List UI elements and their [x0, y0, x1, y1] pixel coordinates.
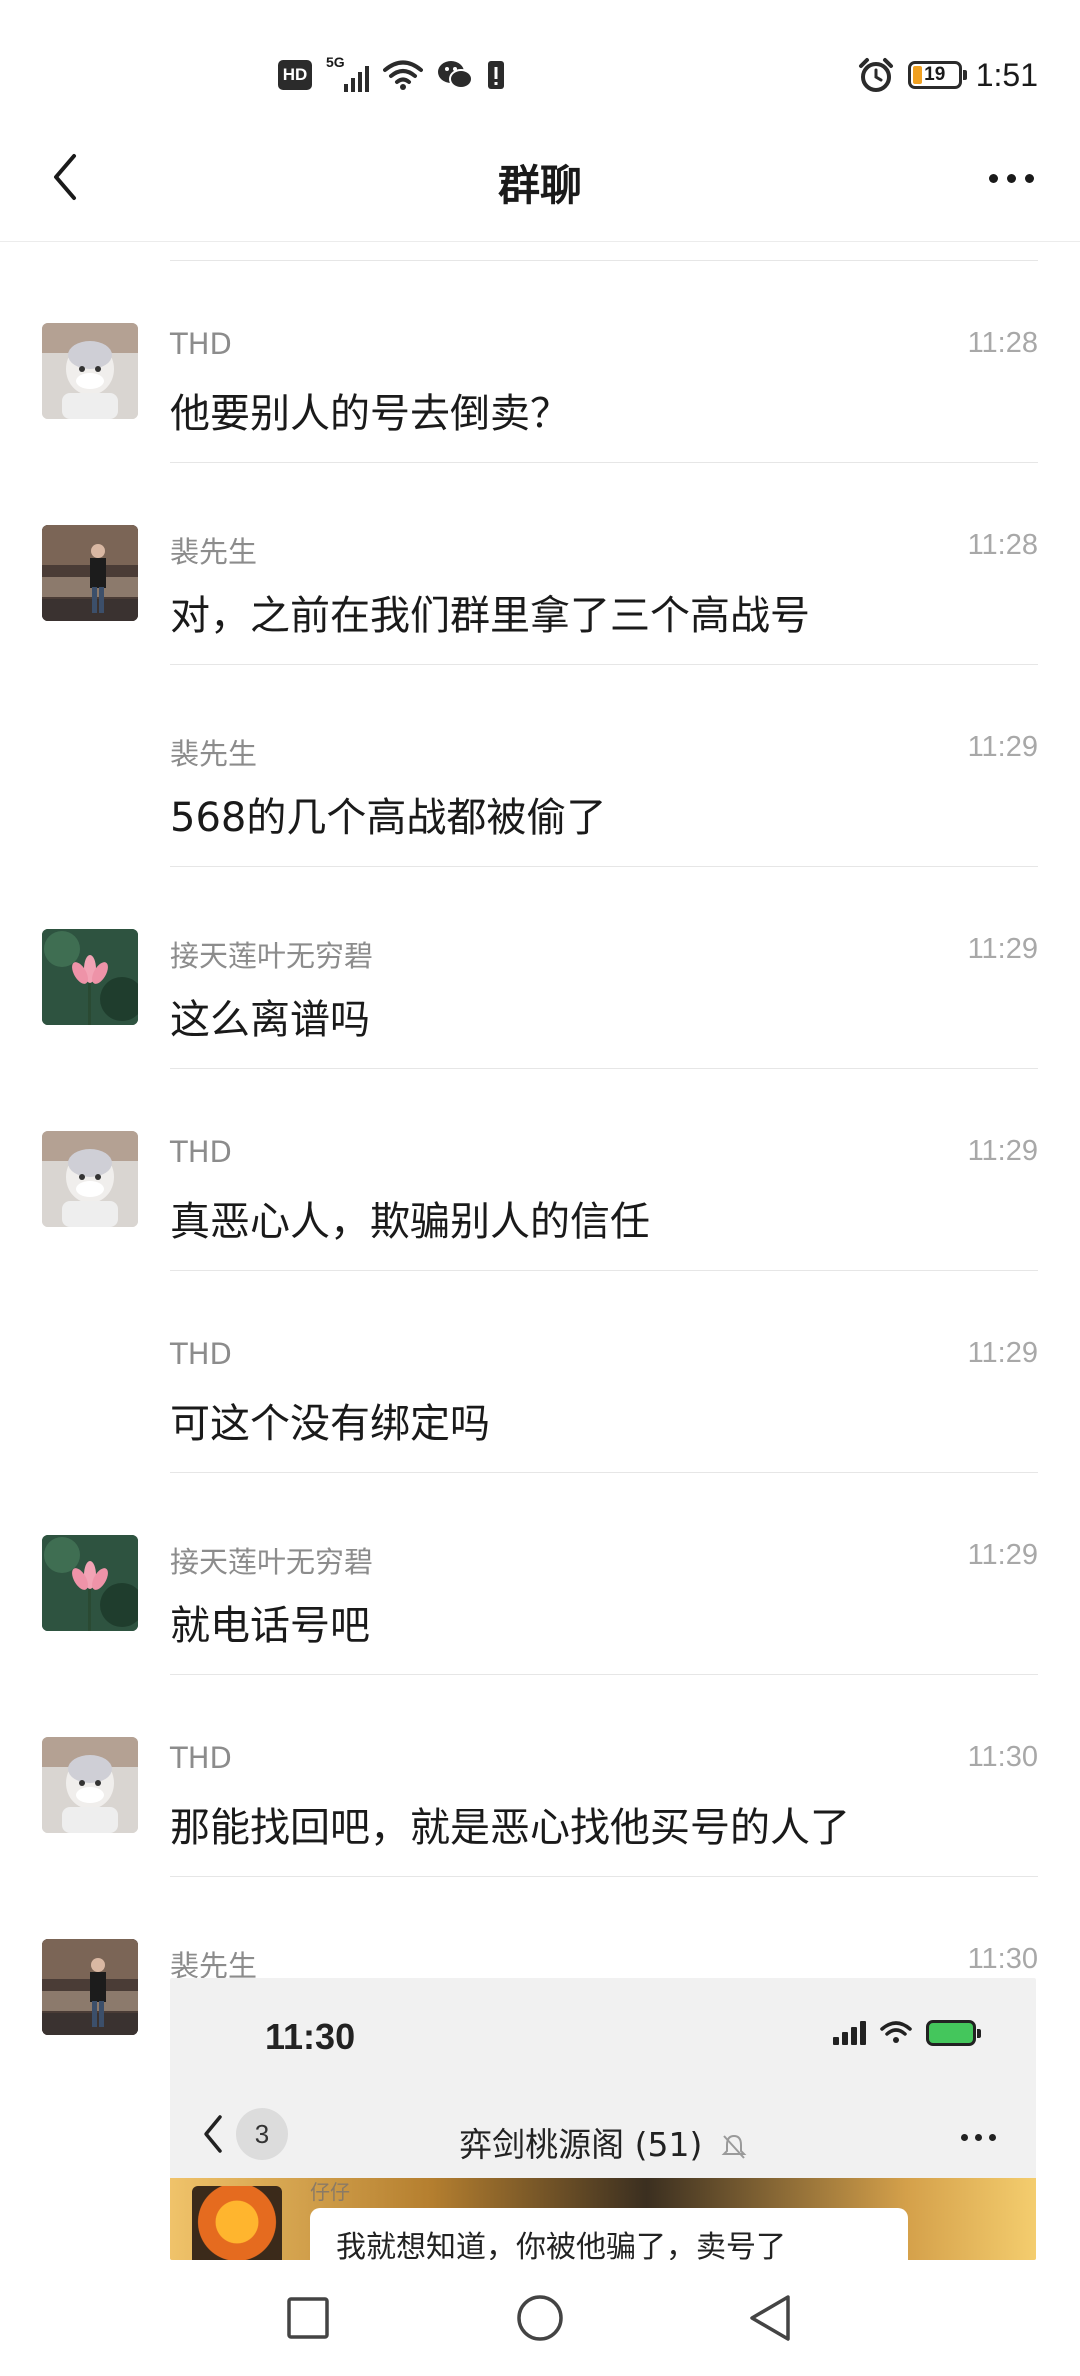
more-horizontal-icon — [988, 173, 998, 183]
system-back-button[interactable] — [740, 2288, 800, 2348]
message-list[interactable]: THD 11:28 他要别人的号去倒卖？ 裴先生 11:28 对，之前在我们群里… — [0, 242, 1080, 2260]
sender-name: THD — [170, 327, 232, 361]
image-chat-bubble: 我就想知道，你被他骗了，卖号了 — [310, 2208, 908, 2260]
sender-name: THD — [170, 1135, 232, 1169]
message-item[interactable]: THD 11:29 可这个没有绑定吗 — [0, 1271, 1080, 1473]
status-bar-right: 19 1:51 — [858, 52, 1038, 98]
image-status-time: 11:30 — [265, 2016, 356, 2057]
avatar[interactable] — [42, 1939, 138, 2035]
thd-avatar-image — [42, 323, 138, 419]
image-chat-header: 3 弈剑桃源阁 (51) — [170, 2098, 1036, 2178]
alarm-icon — [858, 58, 893, 92]
hd-icon: HD — [278, 60, 312, 90]
message-time: 11:28 — [967, 529, 1038, 561]
sender-name: 接天莲叶无穷碧 — [170, 939, 374, 973]
network-label: 5G — [326, 54, 345, 70]
clock: 1:51 — [975, 56, 1038, 93]
message-text[interactable]: 可这个没有绑定吗 — [170, 1391, 490, 1449]
signal-5g-icon: 5G — [326, 54, 369, 92]
more-horizontal-icon — [961, 2134, 996, 2141]
message-item[interactable]: 裴先生 11:29 568的几个高战都被偷了 — [0, 665, 1080, 867]
message-time: 11:28 — [967, 327, 1038, 359]
chat-header: 群聊 — [0, 118, 1080, 242]
message-time: 11:29 — [967, 933, 1038, 965]
avatar — [192, 2186, 282, 2260]
thd-avatar-image — [42, 1737, 138, 1833]
avatar[interactable] — [42, 1535, 138, 1631]
image-chat-area: 仔仔 我就想知道，你被他骗了，卖号了 — [170, 2178, 1036, 2260]
wechat-icon — [438, 61, 473, 89]
page-title: 群聊 — [497, 161, 582, 210]
message-item[interactable]: THD 11:30 那能找回吧，就是恶心找他买号的人了 — [0, 1675, 1080, 1877]
sender-name: 接天莲叶无穷碧 — [170, 1545, 374, 1579]
recent-apps-button[interactable] — [278, 2288, 338, 2348]
sender-name: THD — [170, 1741, 232, 1775]
image-chat-title-text: 弈剑桃源阁 (51) — [459, 2125, 703, 2164]
thd-avatar-image — [42, 1131, 138, 1227]
avatar[interactable] — [42, 323, 138, 419]
sender-name: 裴先生 — [170, 737, 258, 771]
avatar[interactable] — [42, 1131, 138, 1227]
image-chat-title: 弈剑桃源阁 (51) — [170, 2118, 1036, 2166]
message-time: 11:29 — [967, 731, 1038, 763]
charging-battery-icon — [926, 2020, 981, 2046]
message-item[interactable]: 接天莲叶无穷碧 11:29 就电话号吧 — [0, 1473, 1080, 1675]
battery-level: 19 — [924, 64, 946, 85]
wifi-icon — [880, 2021, 912, 2043]
battery-icon: 19 — [907, 61, 967, 89]
home-button[interactable] — [510, 2288, 570, 2348]
message-text[interactable]: 那能找回吧，就是恶心找他买号的人了 — [170, 1795, 850, 1853]
message-item[interactable]: THD 11:29 真恶心人，欺骗别人的信任 — [0, 1069, 1080, 1271]
triangle-back-icon — [750, 2295, 790, 2341]
image-message[interactable]: 11:30 3 弈剑桃源阁 (51) 仔仔 我就想知道，你被他骗了，卖号了 — [170, 1978, 1036, 2260]
more-button[interactable] — [976, 148, 1046, 208]
status-bar-left: HD 5G — [278, 52, 505, 98]
message-time: 11:29 — [967, 1337, 1038, 1369]
square-recent-apps-icon — [287, 2297, 329, 2339]
message-text[interactable]: 就电话号吧 — [170, 1593, 370, 1651]
lotus-avatar-image — [42, 1535, 138, 1631]
message-item[interactable]: THD 11:28 他要别人的号去倒卖？ — [0, 261, 1080, 463]
lotus-avatar-image — [42, 929, 138, 1025]
image-status-icons — [833, 2020, 981, 2046]
circle-home-icon — [517, 2295, 563, 2341]
message-item[interactable]: 接天莲叶无穷碧 11:29 这么离谱吗 — [0, 867, 1080, 1069]
avatar[interactable] — [42, 929, 138, 1025]
message-text[interactable]: 他要别人的号去倒卖？ — [170, 381, 570, 439]
message-text[interactable]: 真恶心人，欺骗别人的信任 — [170, 1189, 650, 1247]
pei-avatar-image — [42, 525, 138, 621]
message-item[interactable]: 裴先生 11:28 对，之前在我们群里拿了三个高战号 — [0, 463, 1080, 665]
avatar[interactable] — [42, 1737, 138, 1833]
avatar[interactable] — [42, 525, 138, 621]
bell-muted-icon — [721, 2134, 747, 2159]
wifi-icon — [383, 60, 423, 90]
sender-name: THD — [170, 1337, 232, 1371]
message-text[interactable]: 这么离谱吗 — [170, 987, 370, 1045]
message-time: 11:30 — [967, 1943, 1038, 1975]
pei-avatar-image — [42, 1939, 138, 2035]
message-time: 11:29 — [967, 1539, 1038, 1571]
system-navigation-bar — [0, 2260, 1080, 2376]
message-time: 11:29 — [967, 1135, 1038, 1167]
sender-name: 裴先生 — [170, 535, 258, 569]
cellular-signal-icon — [833, 2021, 866, 2045]
message-text[interactable]: 对，之前在我们群里拿了三个高战号 — [170, 583, 810, 641]
message-text[interactable]: 568的几个高战都被偷了 — [170, 785, 606, 843]
message-time: 11:30 — [967, 1741, 1038, 1773]
image-chat-sender: 仔仔 — [310, 2180, 350, 2204]
notification-icon — [488, 61, 504, 89]
